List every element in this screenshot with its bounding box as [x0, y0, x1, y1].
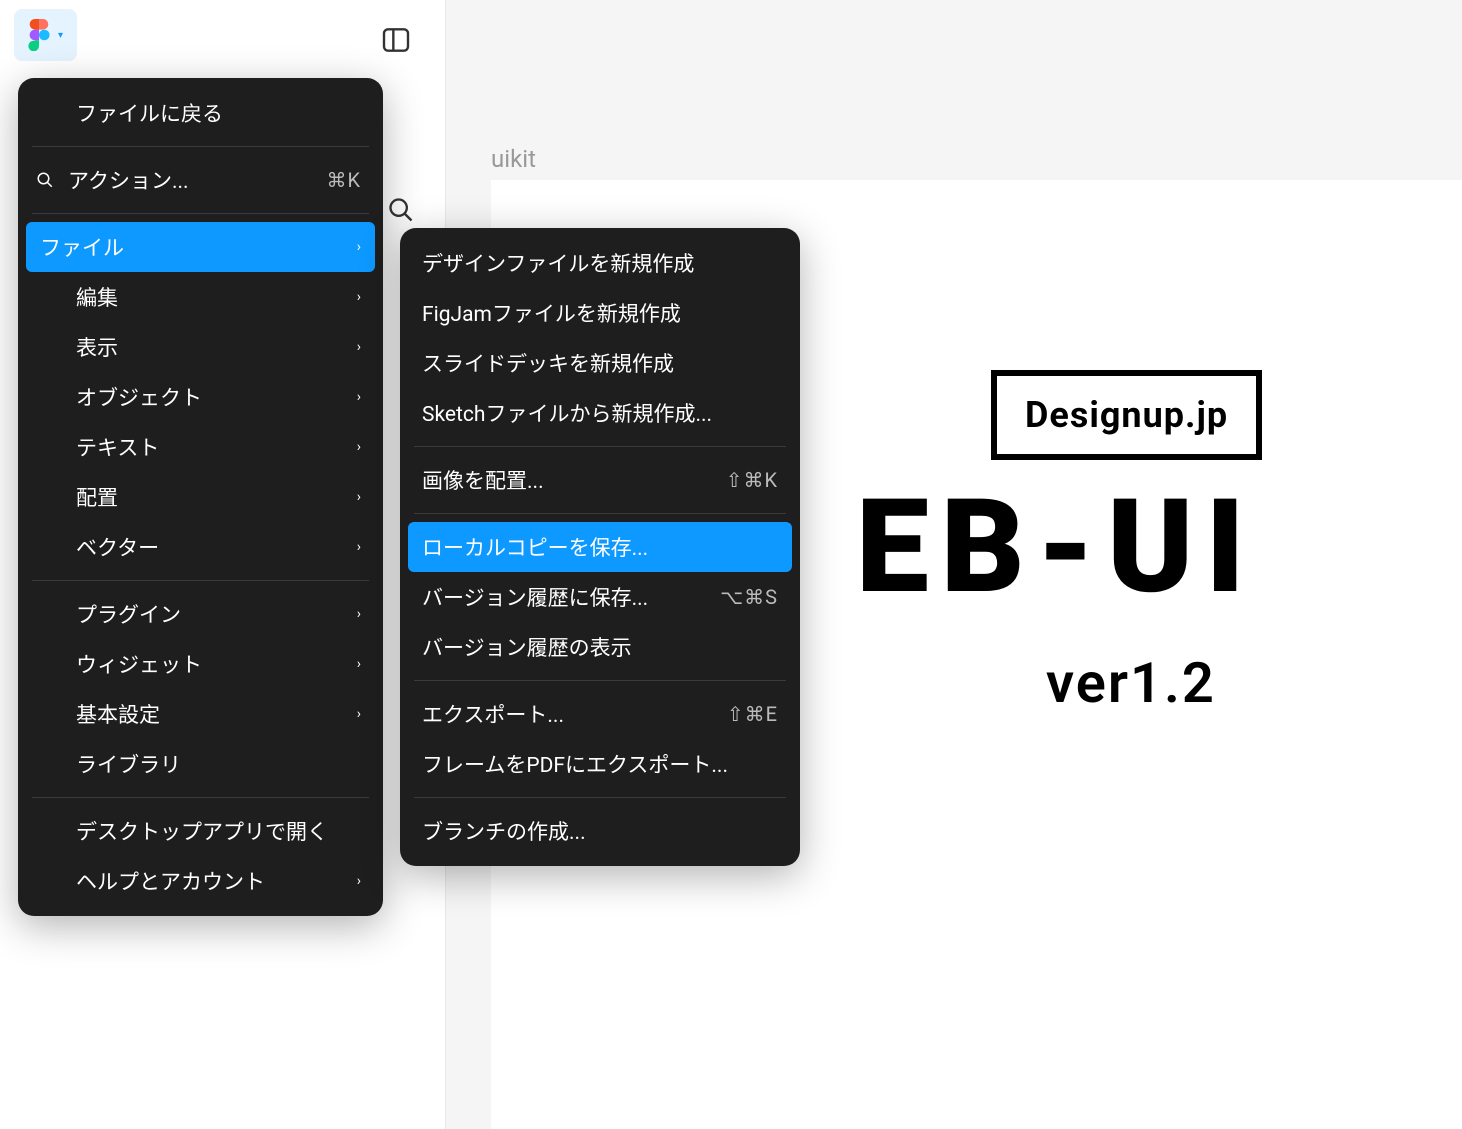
menu-back-to-files[interactable]: ファイルに戻る [18, 88, 383, 138]
submenu-new-slide-deck[interactable]: スライドデッキを新規作成 [400, 338, 800, 388]
menu-object[interactable]: オブジェクト › [18, 372, 383, 422]
menu-arrange-label: 配置 [40, 482, 349, 512]
submenu-save-local-label: ローカルコピーを保存... [422, 532, 778, 562]
submenu-create-branch[interactable]: ブランチの作成... [400, 806, 800, 856]
chevron-right-icon: › [357, 239, 361, 255]
menu-text-label: テキスト [40, 432, 349, 462]
menu-libraries-label: ライブラリ [40, 749, 361, 779]
submenu-place-image[interactable]: 画像を配置... ⇧⌘K [400, 455, 800, 505]
chevron-right-icon: › [357, 706, 361, 722]
menu-file-label: ファイル [40, 232, 349, 262]
chevron-down-icon: ▾ [58, 30, 63, 41]
submenu-export-frames-pdf[interactable]: フレームをPDFにエクスポート... [400, 739, 800, 789]
menu-separator [414, 797, 786, 798]
submenu-export-pdf-label: フレームをPDFにエクスポート... [422, 749, 778, 779]
menu-edit-label: 編集 [40, 282, 349, 312]
menu-preferences[interactable]: 基本設定 › [18, 689, 383, 739]
menu-text[interactable]: テキスト › [18, 422, 383, 472]
menu-back-to-files-label: ファイルに戻る [40, 98, 361, 128]
menu-help-label: ヘルプとアカウント [40, 866, 349, 896]
menu-separator [32, 146, 369, 147]
submenu-export-shortcut: ⇧⌘E [727, 702, 778, 726]
menu-plugins[interactable]: プラグイン › [18, 589, 383, 639]
menu-actions-shortcut: ⌘K [326, 168, 361, 192]
panel-toggle-icon[interactable] [380, 24, 412, 60]
menu-actions-label: アクション... [68, 165, 326, 195]
submenu-save-version-label: バージョン履歴に保存... [422, 582, 720, 612]
designup-box: Designup.jp [991, 370, 1262, 460]
submenu-show-version-history[interactable]: バージョン履歴の表示 [400, 622, 800, 672]
submenu-save-local-copy[interactable]: ローカルコピーを保存... [408, 522, 792, 572]
menu-help-account[interactable]: ヘルプとアカウント › [18, 856, 383, 906]
version-text: ver1.2 [1046, 650, 1216, 716]
menu-arrange[interactable]: 配置 › [18, 472, 383, 522]
submenu-new-slide-label: スライドデッキを新規作成 [422, 348, 778, 378]
file-submenu: デザインファイルを新規作成 FigJamファイルを新規作成 スライドデッキを新規… [400, 228, 800, 866]
menu-object-label: オブジェクト [40, 382, 349, 412]
chevron-right-icon: › [357, 539, 361, 555]
submenu-place-image-label: 画像を配置... [422, 465, 726, 495]
chevron-right-icon: › [357, 389, 361, 405]
submenu-place-image-shortcut: ⇧⌘K [726, 468, 778, 492]
menu-separator [32, 580, 369, 581]
submenu-save-version-history[interactable]: バージョン履歴に保存... ⌥⌘S [400, 572, 800, 622]
menu-widgets[interactable]: ウィジェット › [18, 639, 383, 689]
frame-label[interactable]: uikit [491, 145, 536, 173]
chevron-right-icon: › [357, 289, 361, 305]
menu-separator [414, 680, 786, 681]
menu-widgets-label: ウィジェット [40, 649, 349, 679]
submenu-new-from-sketch[interactable]: Sketchファイルから新規作成... [400, 388, 800, 438]
search-sidebar-icon[interactable] [387, 196, 415, 228]
menu-view[interactable]: 表示 › [18, 322, 383, 372]
menu-libraries[interactable]: ライブラリ [18, 739, 383, 789]
submenu-branch-label: ブランチの作成... [422, 816, 778, 846]
menu-actions[interactable]: アクション... ⌘K [18, 155, 383, 205]
menu-view-label: 表示 [40, 332, 349, 362]
menu-separator [414, 513, 786, 514]
chevron-right-icon: › [357, 439, 361, 455]
submenu-new-figjam-file[interactable]: FigJamファイルを新規作成 [400, 288, 800, 338]
submenu-save-version-shortcut: ⌥⌘S [720, 585, 778, 609]
submenu-new-design-label: デザインファイルを新規作成 [422, 248, 778, 278]
menu-separator [32, 213, 369, 214]
submenu-export-label: エクスポート... [422, 699, 727, 729]
submenu-new-figjam-label: FigJamファイルを新規作成 [422, 298, 778, 328]
search-icon [36, 171, 54, 189]
chevron-right-icon: › [357, 656, 361, 672]
figma-logo-icon [28, 19, 50, 51]
menu-preferences-label: 基本設定 [40, 699, 349, 729]
submenu-new-design-file[interactable]: デザインファイルを新規作成 [400, 238, 800, 288]
menu-edit[interactable]: 編集 › [18, 272, 383, 322]
menu-open-desktop-app[interactable]: デスクトップアプリで開く [18, 806, 383, 856]
submenu-export[interactable]: エクスポート... ⇧⌘E [400, 689, 800, 739]
chevron-right-icon: › [357, 489, 361, 505]
menu-file[interactable]: ファイル › [26, 222, 375, 272]
menu-vector[interactable]: ベクター › [18, 522, 383, 572]
submenu-sketch-label: Sketchファイルから新規作成... [422, 398, 778, 428]
menu-separator [414, 446, 786, 447]
chevron-right-icon: › [357, 606, 361, 622]
figma-menu-button[interactable]: ▾ [14, 9, 77, 61]
menu-vector-label: ベクター [40, 532, 349, 562]
menu-plugins-label: プラグイン [40, 599, 349, 629]
menu-separator [32, 797, 369, 798]
chevron-right-icon: › [357, 339, 361, 355]
big-title-text: EB-UI [856, 470, 1257, 623]
menu-desktop-label: デスクトップアプリで開く [40, 816, 361, 846]
main-menu: ファイルに戻る アクション... ⌘K ファイル › 編集 › 表示 › オブジ… [18, 78, 383, 916]
chevron-right-icon: › [357, 873, 361, 889]
submenu-show-version-label: バージョン履歴の表示 [422, 632, 778, 662]
